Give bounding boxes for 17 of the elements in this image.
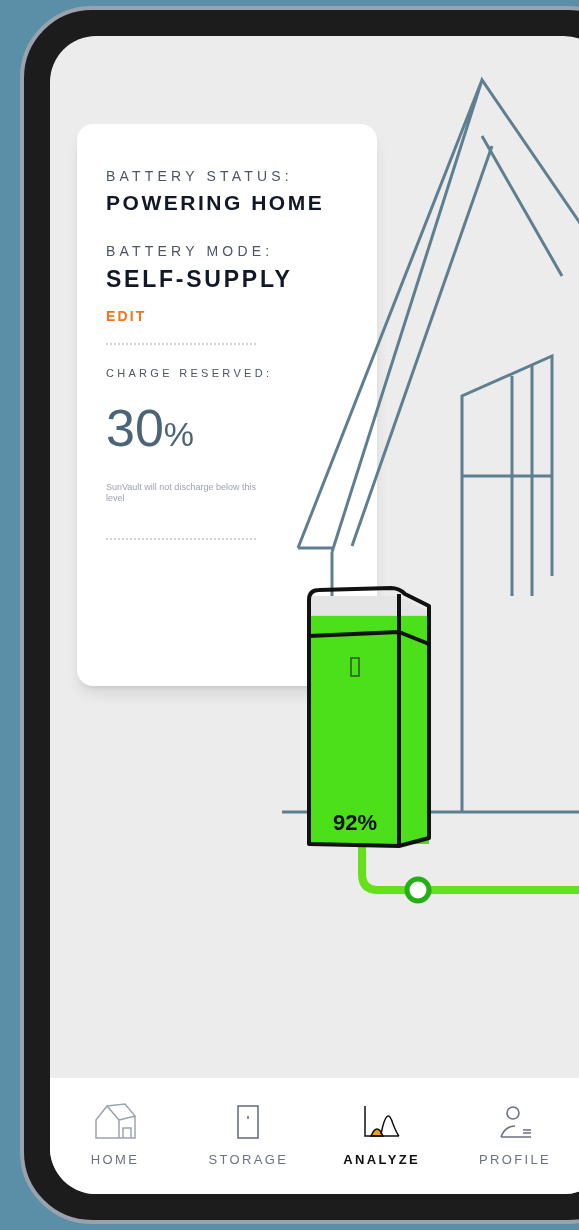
nav-tab[interactable]: STORAGE <box>193 1100 304 1170</box>
nav-tab[interactable]: HOME <box>60 1100 170 1170</box>
reserve-label: CHARGE RESERVED: <box>106 366 273 381</box>
edit-link[interactable]: EDIT <box>106 306 147 327</box>
user-icon <box>497 1104 533 1140</box>
nav-tab[interactable]: ANALYZE <box>326 1100 437 1170</box>
status-value: POWERING HOME <box>106 190 325 216</box>
reserve-note: SunVault will not discharge below this level <box>106 481 256 504</box>
house-icon <box>93 1100 137 1140</box>
chart-icon <box>362 1104 401 1140</box>
nav-tab[interactable]: PROFILE <box>460 1100 570 1170</box>
mode-label: BATTERY MODE: <box>106 241 274 261</box>
status-label: BATTERY STATUS: <box>106 167 293 186</box>
mode-value: SELF-SUPPLY <box>106 264 293 294</box>
cabinet-icon <box>236 1104 261 1140</box>
reserve-value: 30% <box>106 401 195 454</box>
battery-reading: 92% <box>333 810 377 835</box>
